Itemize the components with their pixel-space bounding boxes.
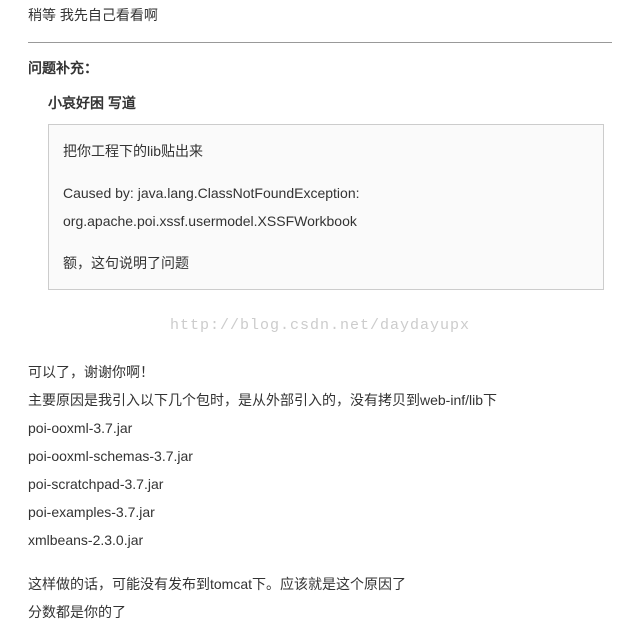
- jar-item: poi-ooxml-3.7.jar: [28, 414, 612, 442]
- reply-conclusion: 分数都是你的了: [28, 598, 612, 626]
- jar-item: poi-ooxml-schemas-3.7.jar: [28, 442, 612, 470]
- section-title: 问题补充：: [28, 57, 612, 79]
- jar-item: xmlbeans-2.3.0.jar: [28, 526, 612, 554]
- watermark: http://blog.csdn.net/daydayupx: [28, 314, 612, 338]
- jar-item: poi-scratchpad-3.7.jar: [28, 470, 612, 498]
- quote-line: 把你工程下的lib贴出来: [63, 137, 589, 165]
- quote-line: org.apache.poi.xssf.usermodel.XSSFWorkbo…: [63, 207, 589, 235]
- top-comment: 稍等 我先自己看看啊: [28, 0, 612, 43]
- reply-reason: 主要原因是我引入以下几个包时，是从外部引入的，没有拷贝到web-inf/lib下: [28, 386, 612, 414]
- reply-thanks: 可以了，谢谢你啊！: [28, 358, 612, 386]
- jar-item: poi-examples-3.7.jar: [28, 498, 612, 526]
- quote-box: 把你工程下的lib贴出来 Caused by: java.lang.ClassN…: [48, 124, 604, 290]
- quote-line: 额，这句说明了问题: [63, 249, 589, 277]
- reply-block: 可以了，谢谢你啊！ 主要原因是我引入以下几个包时，是从外部引入的，没有拷贝到we…: [28, 358, 612, 626]
- quote-line: Caused by: java.lang.ClassNotFoundExcept…: [63, 179, 589, 207]
- reply-conclusion: 这样做的话，可能没有发布到tomcat下。应该就是这个原因了: [28, 570, 612, 598]
- quote-author-header: 小哀好困 写道: [48, 92, 612, 114]
